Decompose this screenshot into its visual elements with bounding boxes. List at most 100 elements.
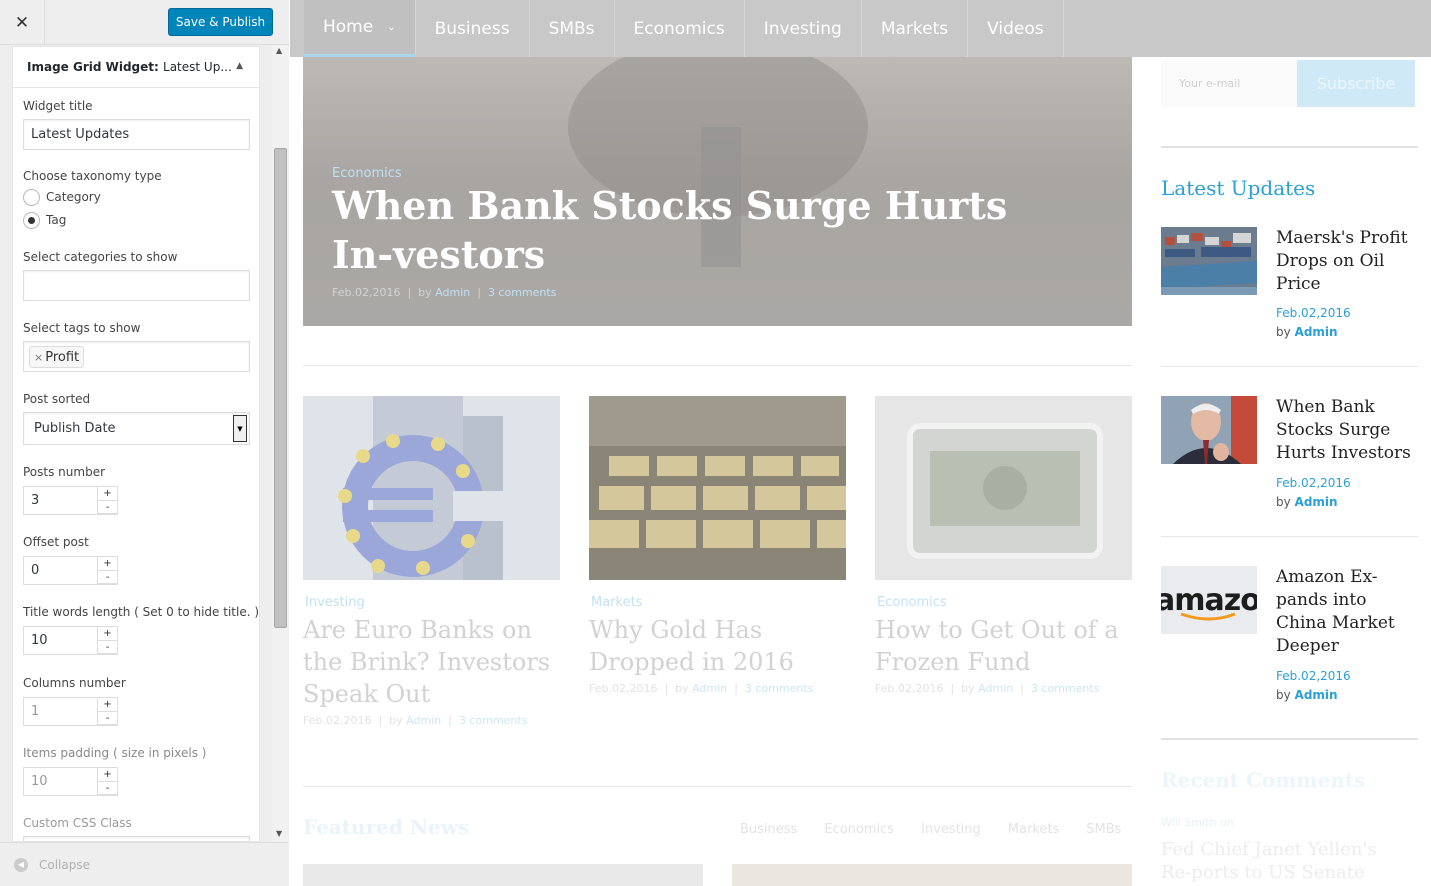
card-comments[interactable]: 3 comments (459, 714, 528, 727)
collapse-triangle-icon[interactable]: ▲ (236, 61, 243, 71)
widget-title-label: Widget title (23, 99, 93, 113)
remove-tag-icon[interactable]: × (34, 351, 43, 364)
latest-item-author[interactable]: Admin (1295, 688, 1338, 702)
hero-category[interactable]: Economics (332, 166, 402, 181)
padding-stepper[interactable]: 10 + - (23, 767, 118, 796)
decrement-icon[interactable]: - (98, 571, 117, 584)
tag-chip[interactable]: × Profit (29, 346, 85, 368)
gold-image[interactable] (589, 396, 846, 580)
divider (303, 365, 1132, 366)
nav-item-economics[interactable]: Economics (615, 0, 745, 57)
hero-author[interactable]: Admin (435, 286, 470, 299)
card-title[interactable]: How to Get Out of a Frozen Fund (875, 614, 1132, 678)
panel-scrollbar[interactable]: ▲ ▼ (272, 46, 289, 842)
card-title[interactable]: Why Gold Has Dropped in 2016 (589, 614, 846, 678)
close-icon[interactable]: ✕ (0, 0, 45, 45)
frozen-money-image[interactable] (875, 396, 1132, 580)
scroll-up-icon[interactable]: ▲ (276, 46, 282, 55)
post-card[interactable]: Economics How to Get Out of a Frozen Fun… (875, 396, 1132, 695)
amazon-image[interactable]: amazo (1161, 566, 1257, 634)
sorted-select-value: Publish Date (34, 421, 116, 436)
recent-comment-post[interactable]: Fed Chief Janet Yellen's Re-ports to US … (1161, 838, 1411, 884)
increment-icon[interactable]: + (98, 768, 117, 782)
scroll-down-icon[interactable]: ▼ (276, 829, 282, 838)
card-author[interactable]: Admin (978, 682, 1013, 695)
latest-item-title[interactable]: When Bank Stocks Surge Hurts Investors (1276, 396, 1418, 465)
newsletter-email-input[interactable]: Your e-mail (1161, 60, 1298, 107)
nav-item-markets[interactable]: Markets (862, 0, 969, 57)
posts-number-value: 3 (31, 493, 40, 508)
latest-item-author[interactable]: Admin (1295, 495, 1338, 509)
title-words-value: 10 (31, 633, 48, 648)
radio-tag[interactable] (23, 212, 40, 229)
card-category[interactable]: Economics (875, 595, 1132, 610)
widget-title-input[interactable]: Latest Updates (23, 119, 250, 150)
decrement-icon[interactable]: - (98, 782, 117, 795)
widget-type-label: Image Grid Widget: (27, 60, 159, 74)
tab-business[interactable]: Business (740, 822, 797, 837)
card-title[interactable]: Are Euro Banks on the Brink? Investors S… (303, 614, 560, 710)
euro-image[interactable] (303, 396, 560, 580)
nav-home-label: Home (323, 17, 374, 37)
post-card[interactable]: Markets Why Gold Has Dropped in 2016 Feb… (589, 396, 846, 695)
collapse-button[interactable]: ◀ Collapse (0, 842, 289, 886)
sorted-label: Post sorted (23, 392, 91, 406)
radio-category[interactable] (23, 189, 40, 206)
latest-item-title[interactable]: Amazon Ex-pands into China Market Deeper (1276, 566, 1418, 658)
title-words-stepper[interactable]: 10 + - (23, 626, 118, 655)
decrement-icon[interactable]: - (98, 641, 117, 654)
increment-icon[interactable]: + (98, 487, 117, 501)
latest-item-date: Feb.02,2016 (1276, 476, 1351, 490)
card-author[interactable]: Admin (692, 682, 727, 695)
chevron-down-icon[interactable]: ▼ (233, 415, 247, 442)
tag-chip-label: Profit (45, 349, 80, 365)
tab-markets[interactable]: Markets (1008, 822, 1059, 837)
card-category[interactable]: Markets (589, 595, 846, 610)
tab-smbs[interactable]: SMBs (1086, 822, 1121, 837)
sorted-select[interactable]: Publish Date ▼ (23, 412, 250, 445)
featured-image[interactable] (303, 864, 703, 886)
radio-tag-label: Tag (46, 213, 67, 227)
offset-stepper[interactable]: 0 + - (23, 556, 118, 585)
featured-image[interactable] (732, 864, 1132, 886)
card-meta: Feb.02,2016 | by Admin | 3 comments (875, 682, 1100, 695)
latest-item-author[interactable]: Admin (1295, 325, 1338, 339)
increment-icon[interactable]: + (98, 557, 117, 571)
card-author[interactable]: Admin (406, 714, 441, 727)
ship-image[interactable] (1161, 227, 1257, 295)
hero-post[interactable]: Economics When Bank Stocks Surge Hurts I… (303, 57, 1132, 326)
tab-investing[interactable]: Investing (921, 822, 981, 837)
hero-comments[interactable]: 3 comments (488, 286, 557, 299)
nav-item-videos[interactable]: Videos (968, 0, 1064, 57)
card-comments[interactable]: 3 comments (1031, 682, 1100, 695)
card-category[interactable]: Investing (303, 595, 560, 610)
recent-comment-author[interactable]: Will Smith on (1161, 816, 1234, 829)
tags-input[interactable]: × Profit (23, 341, 250, 372)
decrement-icon[interactable]: - (98, 501, 117, 514)
nav-item-smbs[interactable]: SMBs (530, 0, 615, 57)
banker-image[interactable] (1161, 396, 1257, 464)
tab-economics[interactable]: Economics (824, 822, 894, 837)
scrollbar-thumb[interactable] (274, 148, 287, 628)
latest-item-title[interactable]: Maersk's Profit Drops on Oil Price (1276, 227, 1418, 296)
posts-number-stepper[interactable]: 3 + - (23, 486, 118, 515)
decrement-icon[interactable]: - (98, 712, 117, 725)
categories-input[interactable] (23, 270, 250, 301)
increment-icon[interactable]: + (98, 627, 117, 641)
card-date: Feb.02,2016 (875, 682, 944, 695)
card-by: by (389, 714, 403, 727)
nav-item-home[interactable]: Home ⌄ (304, 0, 416, 57)
hero-title[interactable]: When Bank Stocks Surge Hurts In-vestors (332, 181, 1072, 279)
post-card[interactable]: Investing Are Euro Banks on the Brink? I… (303, 396, 560, 727)
increment-icon[interactable]: + (98, 698, 117, 712)
nav-item-investing[interactable]: Investing (745, 0, 862, 57)
subscribe-button[interactable]: Subscribe (1297, 60, 1415, 107)
card-comments[interactable]: 3 comments (745, 682, 814, 695)
widget-header[interactable]: Image Grid Widget: Latest Up... ▲ (13, 47, 259, 88)
card-date: Feb.02,2016 (303, 714, 372, 727)
card-date: Feb.02,2016 (589, 682, 658, 695)
nav-item-business[interactable]: Business (416, 0, 530, 57)
main-nav: Home ⌄ Business SMBs Economics Investing … (290, 0, 1431, 57)
columns-stepper[interactable]: 1 + - (23, 697, 118, 726)
save-publish-button[interactable]: Save & Publish (168, 8, 273, 36)
